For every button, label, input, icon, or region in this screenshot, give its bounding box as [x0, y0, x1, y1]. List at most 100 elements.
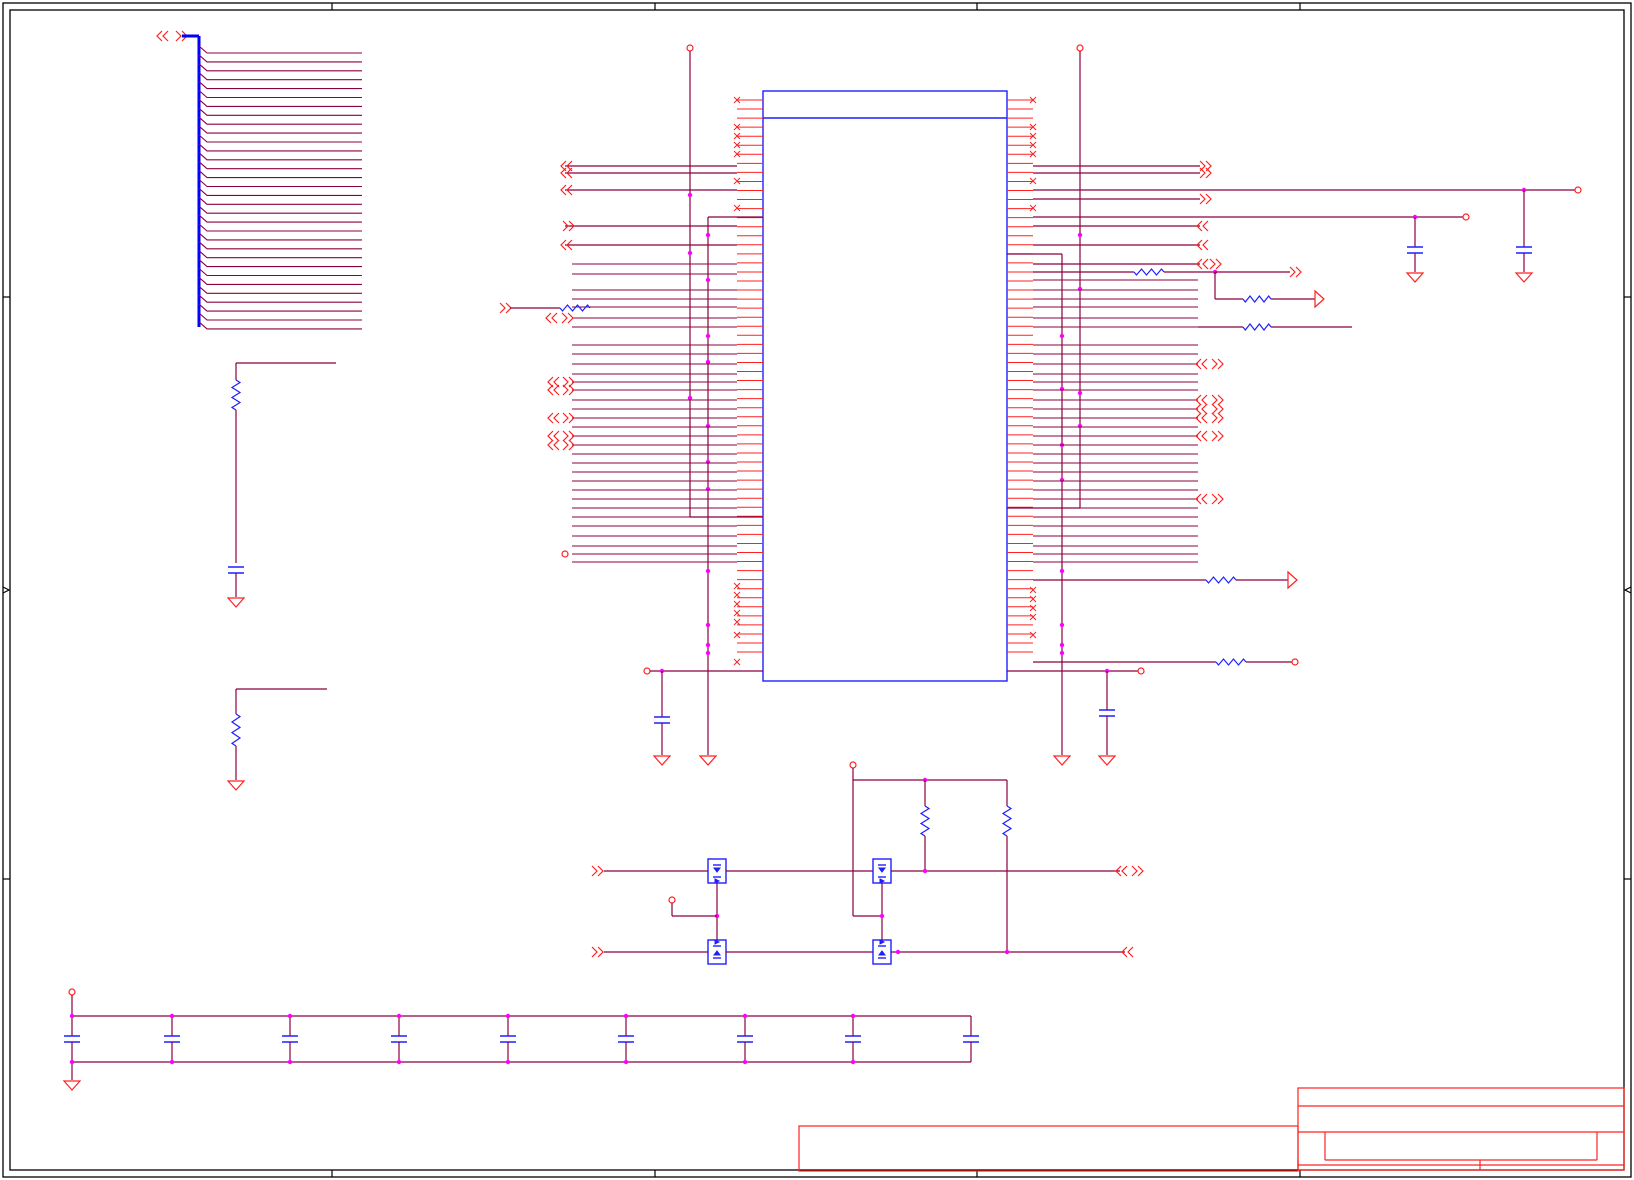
chevron — [1205, 167, 1212, 179]
offpage-connector-icon — [547, 376, 560, 388]
offpage-connector-icon — [547, 412, 560, 424]
junction-dot — [879, 913, 885, 919]
junction-dot — [1004, 949, 1010, 955]
junction-dot — [623, 1059, 629, 1065]
bus-entry — [198, 170, 362, 179]
junction-dot — [287, 1059, 293, 1065]
ground-icon — [226, 780, 246, 791]
offpage-connector-icon — [561, 312, 574, 324]
resistor-zigzag — [1205, 576, 1237, 584]
offpage-connector-icon — [547, 430, 560, 442]
junction-dot — [287, 1013, 293, 1019]
chevron — [1201, 412, 1208, 424]
capacitor-icon — [1407, 246, 1423, 254]
capacitor-icon — [845, 1035, 861, 1043]
chevron — [547, 439, 554, 451]
resistor-icon — [230, 713, 242, 747]
junction-dot — [169, 1059, 175, 1065]
resistor-zigzag — [1242, 295, 1272, 303]
offpage-connector-icon — [499, 302, 512, 314]
right-signals — [1033, 160, 1582, 666]
resistor-icon — [1001, 805, 1013, 837]
ic-u1 — [733, 90, 1037, 682]
no-connect-icon — [733, 204, 741, 212]
junction-dot — [1077, 390, 1083, 396]
bus-entry — [198, 187, 362, 196]
no-connect-icon — [733, 600, 741, 608]
chevron — [1295, 266, 1302, 278]
junction-dot — [687, 250, 693, 256]
chevron — [1131, 865, 1138, 877]
resistor-zigzag — [919, 805, 931, 837]
ground-triangle — [1052, 755, 1072, 766]
schematic-sheet — [0, 0, 1634, 1180]
outer-frame — [2, 2, 1632, 1178]
ground-triangle — [698, 755, 718, 766]
chevron — [591, 946, 598, 958]
bus-entry — [198, 116, 362, 125]
ground-triangle — [62, 1080, 82, 1091]
power-port-icon — [1574, 186, 1582, 194]
chevron — [568, 439, 575, 451]
offpage-connector-icon — [1211, 412, 1224, 424]
chevron — [499, 302, 506, 314]
ic-body — [762, 90, 1008, 682]
bus-entry — [198, 125, 362, 134]
arrow-port-icon — [1287, 570, 1298, 590]
capacitor-icon — [1516, 246, 1532, 254]
sheet-border — [2, 2, 1632, 1178]
bus-entry — [198, 90, 362, 99]
power-port-icon — [561, 550, 569, 558]
no-connect-icon — [1029, 204, 1037, 212]
chevron — [1202, 239, 1209, 251]
chevron — [553, 412, 560, 424]
chevron — [597, 946, 604, 958]
resistor-zigzag — [1242, 323, 1272, 331]
bus-entry — [198, 268, 362, 277]
bus-entry — [198, 72, 362, 81]
offpage-connector-icon — [545, 312, 558, 324]
bus-entry — [198, 107, 362, 116]
ground-icon — [62, 1080, 82, 1091]
chevron — [1211, 403, 1218, 415]
power-port-icon — [686, 44, 694, 52]
schematic-canvas — [2, 2, 1632, 1178]
junction-dot — [1077, 232, 1083, 238]
capacitor-icon — [618, 1035, 634, 1043]
bus-entry — [198, 152, 362, 161]
no-connect-icon — [1029, 595, 1037, 603]
ground-triangle — [652, 755, 672, 766]
junction-dot — [705, 622, 711, 628]
junction-dot — [1059, 642, 1065, 648]
no-connect-icon — [733, 658, 741, 666]
arrow-tip — [1314, 289, 1325, 309]
mosfet-arrow — [878, 867, 886, 873]
ground-triangle — [1405, 272, 1425, 283]
chevron — [562, 412, 569, 424]
chevron — [1215, 258, 1222, 270]
offpage-connector-icon — [1211, 394, 1224, 406]
offpage-connector-icon — [591, 865, 604, 877]
chevron — [568, 430, 575, 442]
mosfet-icon — [707, 858, 727, 884]
capacitor-icon — [1099, 709, 1115, 717]
chevron — [597, 865, 604, 877]
chevron — [551, 312, 558, 324]
resistor-icon — [1205, 576, 1237, 584]
offpage-connector-icon — [547, 384, 560, 396]
mosfet-icon — [872, 939, 892, 965]
power-port-icon — [643, 667, 651, 675]
junction-dot — [1059, 650, 1065, 656]
junction-dot — [1059, 333, 1065, 339]
power-port-icon — [668, 896, 676, 904]
chevron — [553, 384, 560, 396]
chevron — [1201, 430, 1208, 442]
resistor-zigzag — [1133, 268, 1165, 276]
junction-dot — [742, 1059, 748, 1065]
capacitor-icon — [64, 1035, 80, 1043]
ic-rails — [686, 44, 1084, 766]
junction-dot — [69, 1059, 75, 1065]
junction-dot — [1059, 622, 1065, 628]
no-connect-icon — [733, 631, 741, 639]
bus-entry — [198, 276, 362, 285]
